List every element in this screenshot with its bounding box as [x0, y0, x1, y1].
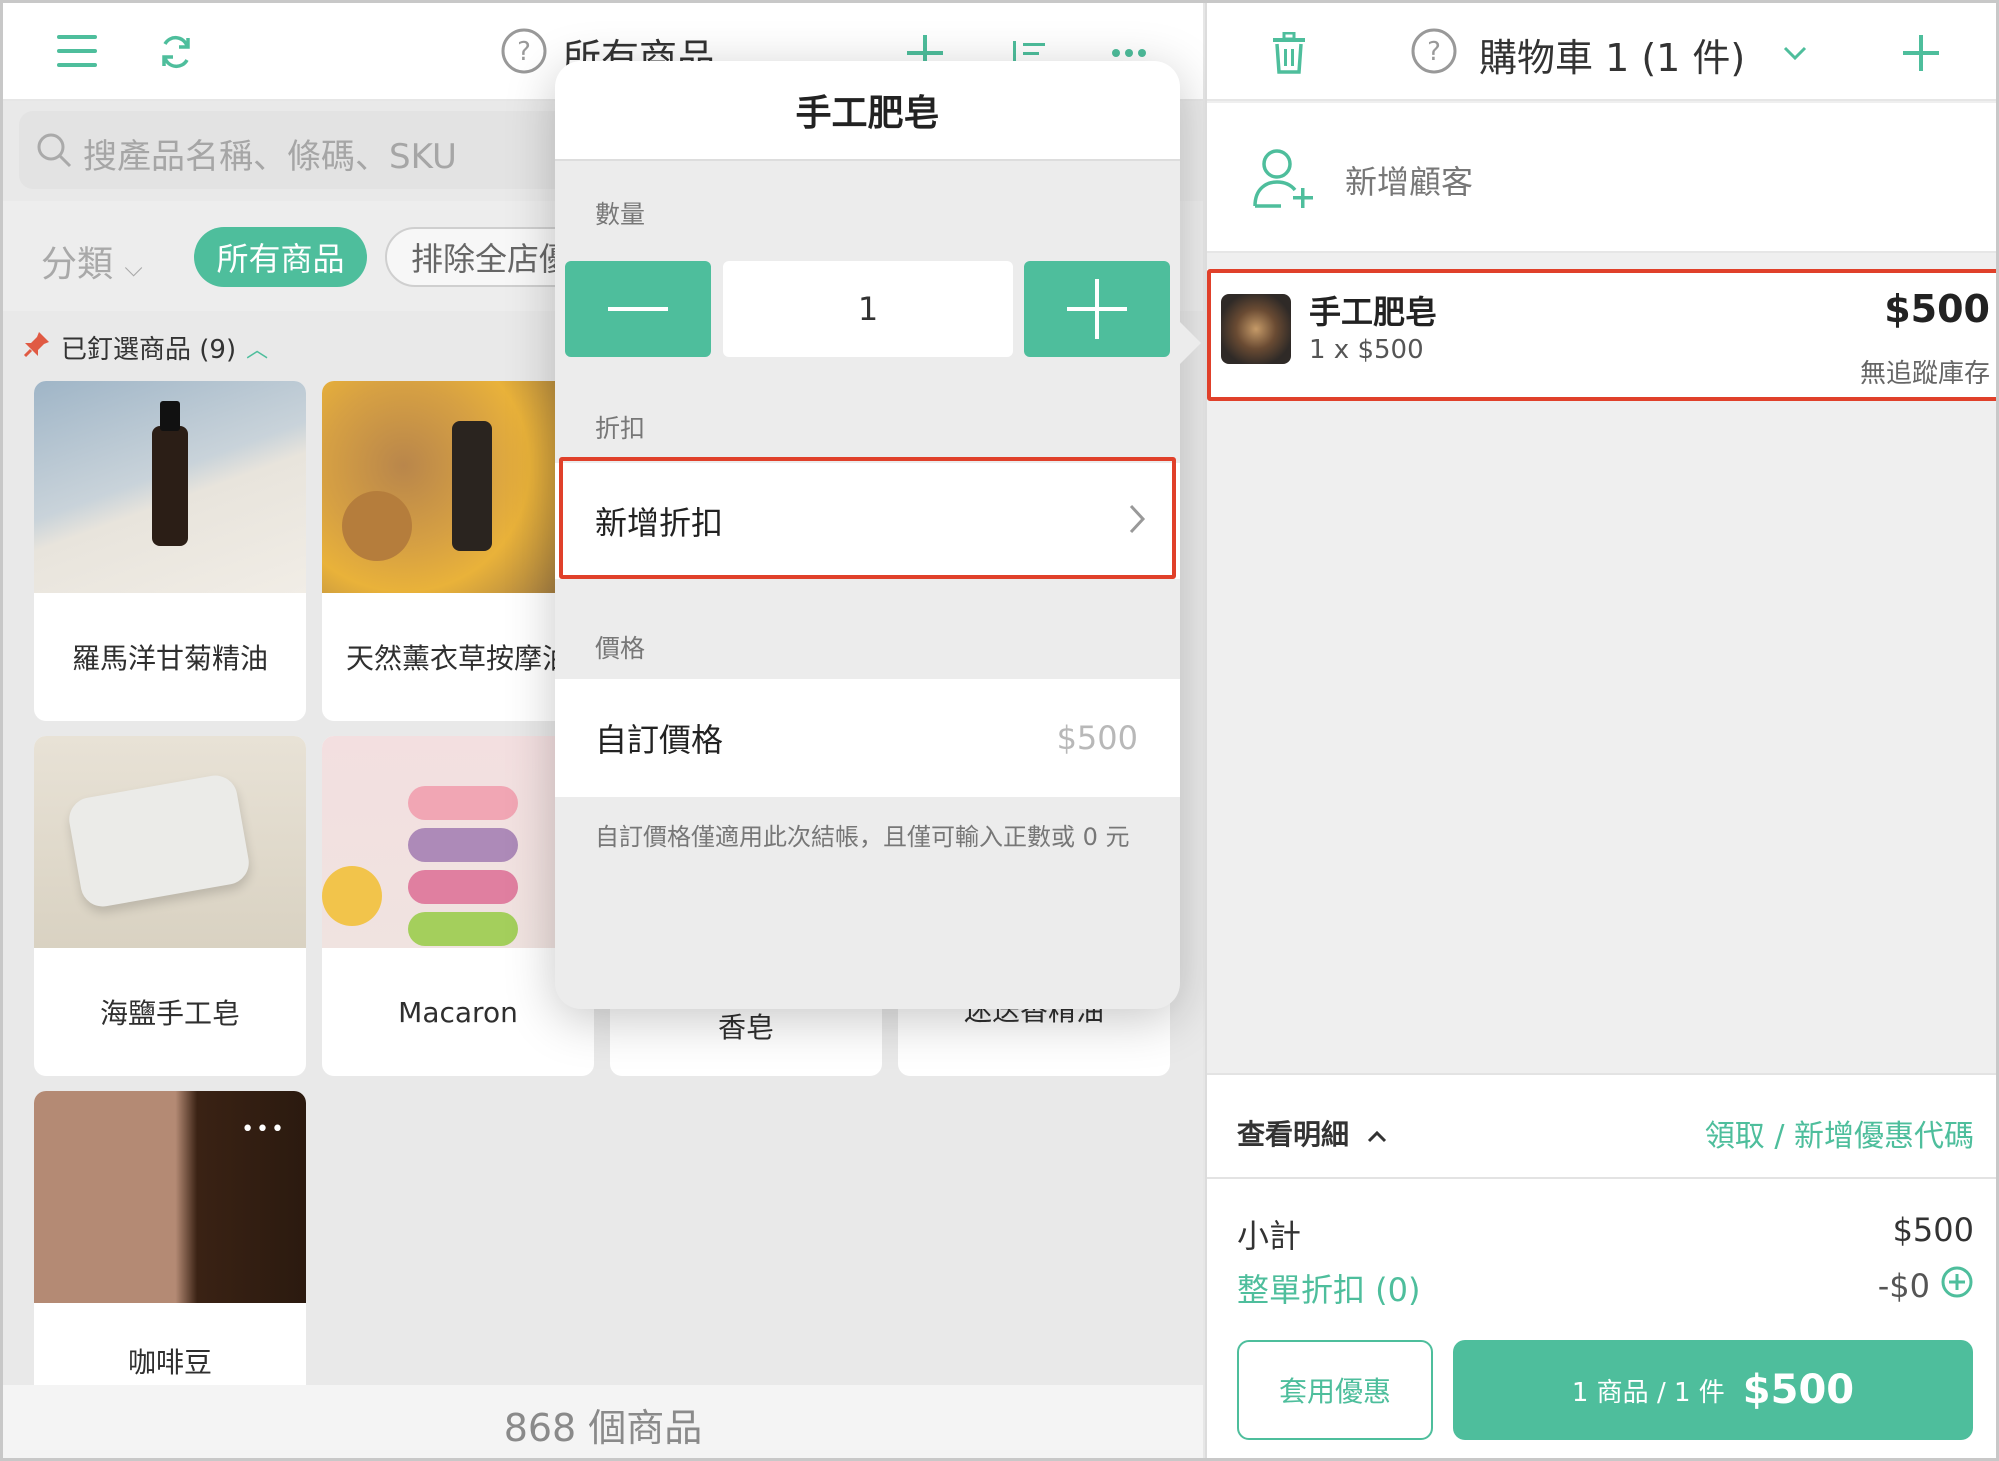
add-user-icon: [1249, 145, 1319, 211]
add-cart-icon[interactable]: [1899, 31, 1943, 75]
refresh-icon[interactable]: [153, 29, 199, 75]
chevron-up-icon: [1367, 1117, 1387, 1150]
checkout-button[interactable]: 1 商品 / 1 件 $500: [1453, 1340, 1973, 1440]
quantity-input[interactable]: 1: [723, 261, 1013, 357]
cart-toolbar: ? 購物車 1 (1 件): [1207, 3, 1996, 101]
chevron-up-icon: ︿: [246, 337, 269, 363]
product-name: Macaron: [398, 995, 518, 1029]
chip-all-products[interactable]: 所有商品: [194, 227, 367, 287]
add-customer-label: 新增顧客: [1345, 163, 1474, 201]
highlight-box: [1207, 269, 1996, 401]
svg-text:?: ?: [1427, 37, 1441, 67]
pin-icon: [23, 330, 51, 365]
product-card[interactable]: 海鹽手工皂: [34, 736, 306, 1076]
product-count: 868 個商品: [3, 1385, 1203, 1458]
product-image: [34, 381, 306, 593]
order-discount-value: -$0: [1878, 1265, 1974, 1307]
apply-offer-button[interactable]: 套用優惠: [1237, 1340, 1433, 1440]
add-circle-icon[interactable]: [1940, 1265, 1974, 1307]
more-icon[interactable]: •••: [241, 1117, 286, 1142]
subtotal-label: 小計: [1237, 1217, 1302, 1255]
svg-text:?: ?: [517, 37, 531, 67]
cart-title[interactable]: 購物車 1 (1 件): [1479, 27, 1745, 82]
price-label: 價格: [595, 634, 646, 663]
summary-divider: [1207, 1177, 1996, 1179]
chevron-down-icon: ⌵: [124, 254, 143, 282]
add-customer-row[interactable]: 新增顧客: [1207, 103, 1996, 253]
search-icon: [33, 129, 75, 171]
popover-arrow: [1179, 321, 1201, 365]
help-icon[interactable]: ?: [1411, 28, 1457, 74]
product-image: [34, 736, 306, 948]
product-image: [322, 736, 594, 948]
quantity-label: 數量: [595, 200, 646, 229]
coupon-code-link[interactable]: 領取 / 新增優惠代碼: [1705, 1111, 1974, 1155]
custom-price-row[interactable]: 自訂價格 $500: [555, 679, 1180, 797]
order-discount-link[interactable]: 整單折扣 (0): [1237, 1265, 1421, 1311]
increase-quantity-button[interactable]: [1024, 261, 1170, 357]
decrease-quantity-button[interactable]: [565, 261, 711, 357]
popover-title: 手工肥皂: [555, 61, 1180, 161]
product-name: 天然薰衣草按摩油: [345, 642, 570, 675]
pos-app: ? 所有商品 搜產品名稱、條碼、SKU 分類 ⌵ 所有商品 排除全店優 已釘選商…: [0, 0, 1999, 1461]
menu-icon[interactable]: [53, 29, 101, 73]
product-name: 羅馬洋甘菊精油: [71, 642, 268, 675]
highlight-box: [559, 457, 1176, 579]
pinned-section-header[interactable]: 已釘選商品 (9) ︿: [23, 329, 268, 366]
product-name: 海鹽手工皂: [99, 997, 240, 1030]
custom-price-note: 自訂價格僅適用此次結帳，且僅可輸入正數或 0 元: [595, 823, 1130, 851]
item-edit-popover: 手工肥皂 數量 1 折扣 新增折扣 價格 自訂價格 $500 自訂價格僅適用此次…: [555, 61, 1180, 1009]
discount-label: 折扣: [595, 414, 646, 443]
custom-price-input[interactable]: $500: [1057, 719, 1138, 757]
product-card[interactable]: 羅馬洋甘菊精油: [34, 381, 306, 721]
product-card[interactable]: ••• 咖啡豆: [34, 1091, 306, 1431]
checkout-items: 1 商品 / 1 件: [1571, 1377, 1725, 1408]
category-dropdown[interactable]: 分類 ⌵: [41, 235, 143, 287]
cart-panel: ? 購物車 1 (1 件) 新增顧客 手工肥皂 1 x $500 $500 無追…: [1205, 3, 1996, 1458]
product-image: •••: [34, 1091, 306, 1303]
view-details-toggle[interactable]: 查看明細: [1237, 1113, 1387, 1153]
subtotal-value: $500: [1892, 1211, 1974, 1249]
product-card[interactable]: 天然薰衣草按摩油: [322, 381, 594, 721]
search-placeholder: 搜產品名稱、條碼、SKU: [83, 137, 457, 177]
help-icon[interactable]: ?: [501, 28, 547, 74]
product-image: [322, 381, 594, 593]
chevron-down-icon[interactable]: [1777, 35, 1813, 71]
product-card[interactable]: Macaron: [322, 736, 594, 1076]
checkout-total: $500: [1742, 1367, 1855, 1413]
trash-icon[interactable]: [1267, 29, 1311, 77]
